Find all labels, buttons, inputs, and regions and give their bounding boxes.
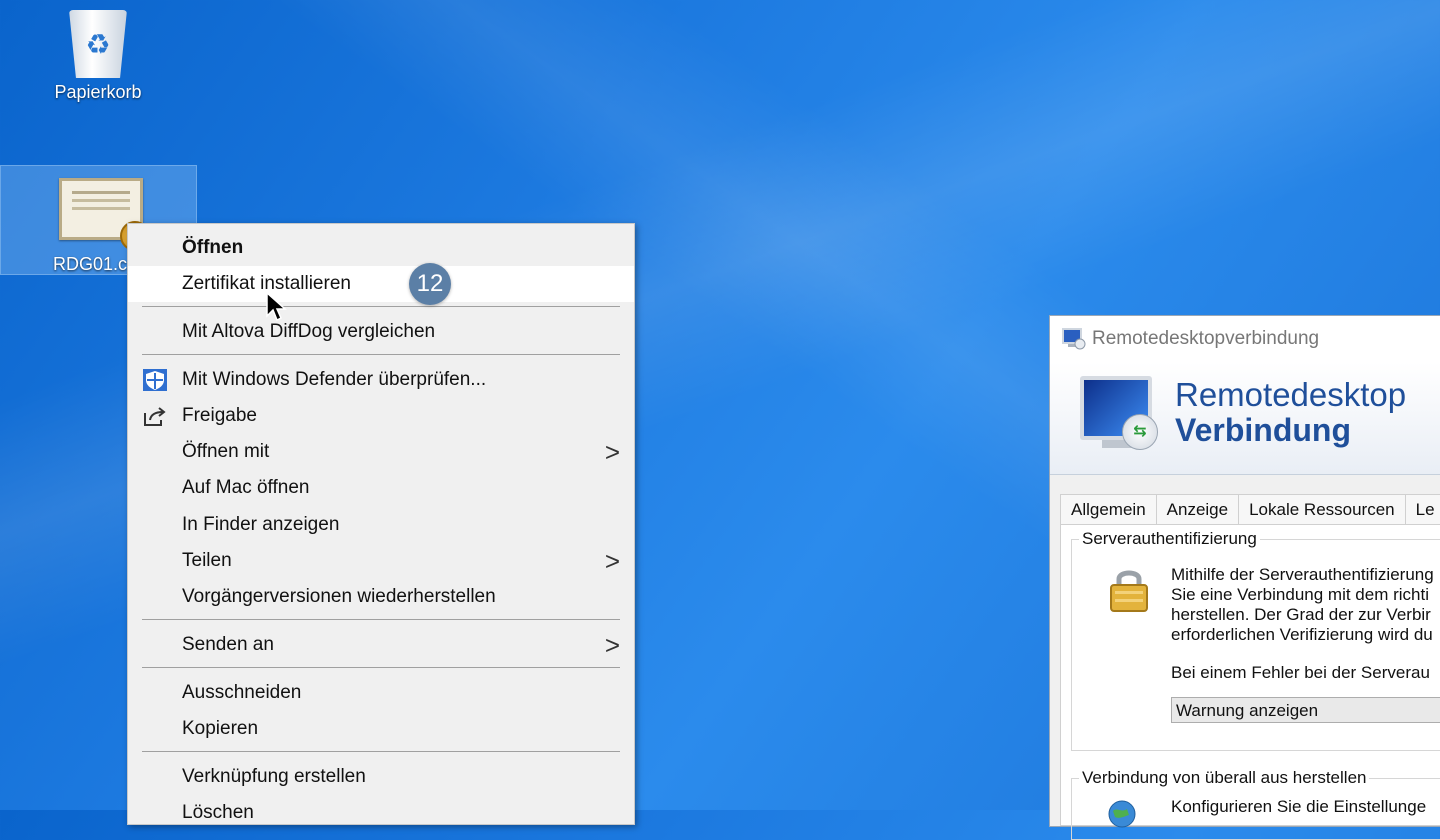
auth-error-label: Bei einem Fehler bei der Serverau [1171,663,1430,682]
menu-item-defender-scan[interactable]: Mit Windows Defender überprüfen... [128,362,634,398]
menu-item-label: Ausschneiden [182,682,302,703]
tab-next[interactable]: Le [1404,494,1440,525]
menu-item-label: Verknüpfung erstellen [182,766,366,787]
menu-item-label: Öffnen mit [182,441,270,462]
description-line: herstellen. Der Grad der zur Verbir [1171,605,1431,624]
globe-icon [1108,800,1136,828]
menu-separator [142,619,620,620]
chevron-right-icon: > [604,437,620,467]
tab-local-resources[interactable]: Lokale Ressourcen [1238,494,1406,525]
tab-panel: Serverauthentifizierung Mithilfe der Ser… [1060,524,1440,840]
description-line: Mithilfe der Serverauthentifizierung [1171,565,1434,584]
menu-item-open-on-mac[interactable]: Auf Mac öffnen [128,470,634,506]
windows-defender-shield-icon [143,369,167,391]
menu-item-label: Mit Altova DiffDog vergleichen [182,321,436,342]
tab-bar: Allgemein Anzeige Lokale Ressourcen Le [1060,494,1440,525]
menu-item-restore-previous-versions[interactable]: Vorgängerversionen wiederherstellen [128,579,634,615]
menu-item-send-to[interactable]: Senden an > [128,627,634,663]
desktop-icon-label: Papierkorb [54,82,142,102]
context-menu: Öffnen Zertifikat installieren Mit Altov… [127,223,635,825]
menu-item-label: In Finder anzeigen [182,514,340,535]
menu-item-share[interactable]: Freigabe [128,398,634,434]
menu-item-label: Vorgängerversionen wiederherstellen [182,586,496,607]
menu-item-label: Öffnen [182,237,244,258]
menu-item-share-submenu[interactable]: Teilen > [128,543,634,579]
desktop-icon-recycle-bin[interactable]: ♻ Papierkorb [25,10,171,103]
rdp-banner: ⇆ Remotedesktop Verbindung [1050,362,1440,475]
menu-item-copy[interactable]: Kopieren [128,711,634,747]
menu-item-show-in-finder[interactable]: In Finder anzeigen [128,507,634,543]
menu-item-label: Zertifikat installieren [182,273,351,294]
menu-item-label: Freigabe [182,405,257,426]
connection-arrows-icon: ⇆ [1122,414,1158,450]
menu-item-label: Auf Mac öffnen [182,477,310,498]
server-auth-description: Mithilfe der Serverauthentifizierung Sie… [1171,565,1440,645]
menu-item-install-certificate[interactable]: Zertifikat installieren [128,266,634,302]
remote-desktop-window: Remotedesktopverbindung ⇆ Remotedesktop … [1049,315,1440,840]
remote-desktop-app-icon [1062,328,1086,350]
connect-anywhere-group-title: Verbindung von überall aus herstellen [1079,768,1370,788]
connect-anywhere-description: Konfigurieren Sie die Einstellunge [1171,797,1427,816]
chevron-right-icon: > [604,630,620,660]
menu-separator [142,751,620,752]
padlock-icon [1110,570,1148,612]
share-icon [144,407,166,426]
menu-item-label: Löschen [182,802,254,823]
description-line: Sie eine Verbindung mit dem richti [1171,585,1429,604]
step-number-badge: 12 [409,263,451,305]
tab-general[interactable]: Allgemein [1060,494,1157,525]
auth-error-select[interactable]: Warnung anzeigen [1171,697,1440,723]
menu-separator [142,667,620,668]
menu-separator [142,354,620,355]
server-auth-group-title: Serverauthentifizierung [1079,529,1260,549]
menu-item-label: Kopieren [182,718,259,739]
menu-item-label: Teilen [182,550,232,571]
tab-display[interactable]: Anzeige [1155,494,1240,525]
banner-title-line1: Remotedesktop [1175,376,1407,413]
description-line: erforderlichen Verifizierung wird du [1171,625,1433,644]
menu-separator [142,306,620,307]
menu-item-label: Mit Windows Defender überprüfen... [182,369,487,390]
menu-item-delete[interactable]: Löschen [128,795,634,831]
menu-item-open-with[interactable]: Öffnen mit > [128,434,634,470]
window-title: Remotedesktopverbindung [1092,328,1320,349]
menu-item-diffdog-compare[interactable]: Mit Altova DiffDog vergleichen [128,314,634,350]
menu-item-label: Senden an [182,634,274,655]
menu-item-create-shortcut[interactable]: Verknüpfung erstellen [128,759,634,795]
recycle-bin-icon: ♻ [69,10,127,78]
mouse-cursor-icon [266,292,287,322]
menu-item-cut[interactable]: Ausschneiden [128,675,634,711]
window-titlebar[interactable]: Remotedesktopverbindung [1050,316,1440,362]
chevron-right-icon: > [604,546,620,576]
menu-item-open[interactable]: Öffnen [128,230,634,266]
banner-title-line2: Verbindung [1175,412,1351,448]
